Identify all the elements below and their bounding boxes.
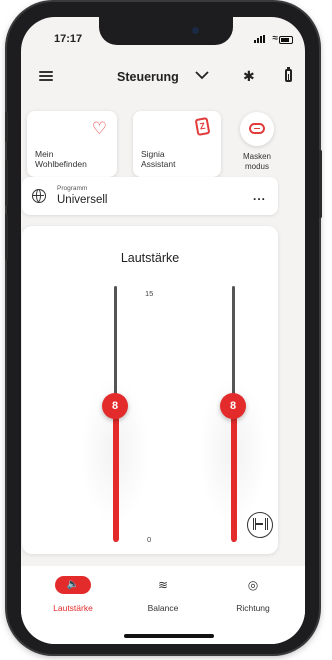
wifi-icon: ≈: [272, 33, 279, 44]
volume-min-label: 0: [147, 535, 152, 544]
power-button: [319, 150, 322, 218]
status-bar: 17:17 ≈: [21, 27, 305, 49]
side-button: [5, 112, 8, 142]
assistant-label: Signia Assistant: [141, 149, 176, 169]
left-slider-fill: [112, 406, 119, 542]
more-options-icon[interactable]: ...: [253, 190, 266, 202]
home-indicator: [124, 634, 214, 638]
mask-mode-label: Masken modus: [242, 152, 271, 171]
wellbeing-card[interactable]: ♡ Mein Wohlbefinden: [27, 111, 117, 177]
right-slider-fill: [230, 406, 237, 542]
nav-direction-label: Richtung: [236, 603, 270, 613]
speaker-icon: 🔈: [55, 576, 91, 594]
hearing-aid-battery-icon[interactable]: [285, 67, 292, 82]
bottom-nav: 🔈 Lautstärke ≋ Balance ◎ Richtung: [21, 566, 305, 644]
mask-mode-button[interactable]: [240, 112, 274, 146]
volume-title: Lautstärke: [120, 251, 180, 265]
volume-panel: Lautstärke 15 0 8 8: [22, 226, 278, 554]
heart-icon: ♡: [91, 119, 107, 138]
volume-down-button: [5, 214, 8, 260]
wellbeing-label: Mein Wohlbefinden: [35, 149, 87, 169]
nav-volume[interactable]: 🔈 Lautstärke: [33, 576, 113, 613]
balance-icon: ≋: [157, 578, 169, 592]
status-battery-icon: [279, 36, 293, 44]
nav-balance-label: Balance: [147, 603, 179, 613]
status-time: 17:17: [54, 33, 83, 45]
mask-icon: [249, 123, 265, 134]
bluetooth-icon[interactable]: ✱: [243, 68, 255, 85]
nav-balance[interactable]: ≋ Balance: [123, 576, 203, 613]
volume-up-button: [5, 160, 8, 206]
program-selector[interactable]: Programm Universell ...: [22, 177, 278, 215]
link-sliders-icon[interactable]: [247, 512, 273, 538]
globe-icon: [32, 189, 46, 203]
nav-volume-label: Lautstärke: [53, 603, 93, 613]
chevron-down-icon[interactable]: [195, 68, 209, 82]
direction-icon: ◎: [247, 578, 259, 592]
volume-max-label: 15: [145, 289, 154, 298]
assistant-card[interactable]: Z Signia Assistant: [133, 111, 221, 177]
nav-direction[interactable]: ◎ Richtung: [213, 576, 293, 613]
assistant-icon: Z: [194, 117, 211, 136]
program-caption: Programm: [57, 185, 88, 192]
program-name: Universell: [57, 194, 108, 206]
app-header: Steuerung ✱: [21, 61, 305, 91]
menu-icon[interactable]: [39, 71, 53, 81]
signal-icon: [254, 35, 265, 43]
page-title[interactable]: Steuerung: [117, 70, 179, 84]
